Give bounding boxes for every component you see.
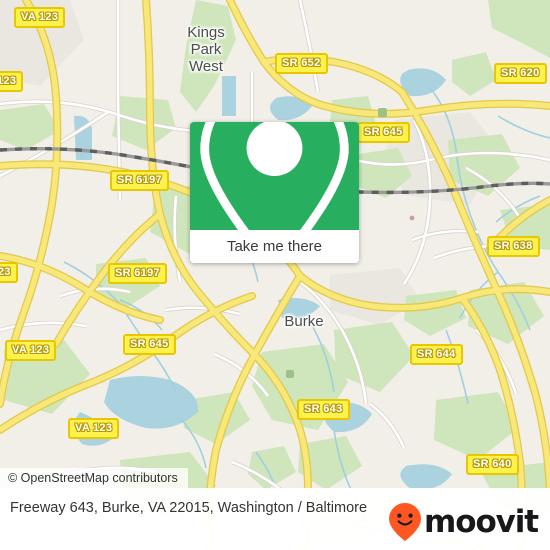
road-shield-va-123-mid: VA 123 (5, 340, 57, 361)
road-shield-sr-645-upper: SR 645 (357, 122, 410, 143)
moovit-map-screenshot: Kings Park West Burke VA 123 123 SR 652 … (0, 0, 550, 550)
road-shield-sr-644: SR 644 (410, 344, 463, 365)
place-label-burke: Burke (284, 313, 324, 330)
place-label-kings-park-west: Kings Park West (187, 24, 225, 75)
footer-bar: Freeway 643, Burke, VA 22015, Washington… (0, 488, 550, 550)
road-shield-123-left: 123 (0, 71, 24, 92)
moovit-wordmark: moovit (424, 503, 539, 540)
road-shield-sr-640: SR 640 (466, 454, 519, 475)
moovit-logo[interactable]: moovit (388, 502, 539, 542)
road-shield-sr-638: SR 638 (487, 236, 540, 257)
popup-card-body (190, 122, 359, 263)
road-shield-sr-643: SR 643 (297, 399, 350, 420)
road-shield-va-123-bottom: VA 123 (68, 418, 120, 439)
moovit-smiley-pin-icon (389, 503, 422, 541)
road-shield-sr-645-lower: SR 645 (123, 334, 176, 355)
road-shield-sr-6197-upper: SR 6197 (110, 170, 169, 191)
road-shield-123-mid-left: 23 (0, 262, 18, 283)
osm-attribution[interactable]: © OpenStreetMap contributors (0, 468, 188, 490)
road-shield-sr-620: SR 620 (494, 63, 547, 84)
take-me-there-label: Take me there (226, 238, 323, 255)
destination-popup-card[interactable]: Take me there (190, 122, 359, 263)
road-shield-va-123-top: VA 123 (14, 7, 66, 28)
road-shield-sr-652: SR 652 (275, 53, 328, 74)
address-text: Freeway 643, Burke, VA 22015, Washington… (10, 500, 368, 516)
road-shield-sr-6197-lower: SR 6197 (108, 263, 167, 284)
map-canvas[interactable]: Kings Park West Burke VA 123 123 SR 652 … (0, 0, 550, 550)
